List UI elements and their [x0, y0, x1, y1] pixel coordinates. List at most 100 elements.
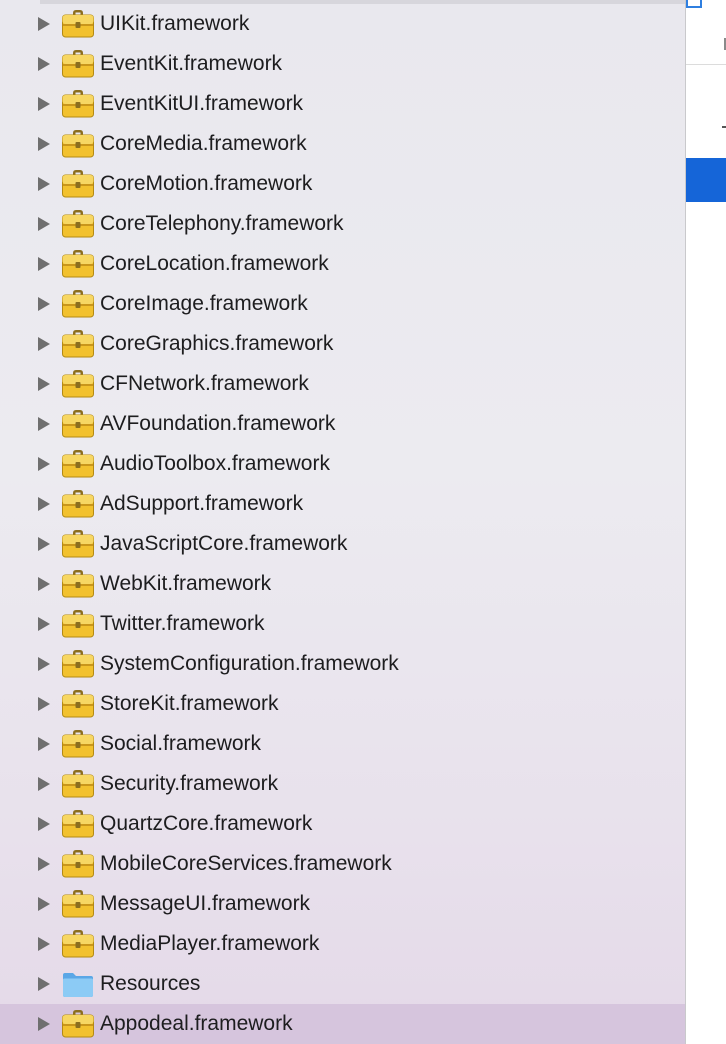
navigator-row-label: CoreGraphics.framework [100, 332, 334, 355]
inspector-selected-row[interactable] [686, 158, 726, 202]
disclosure-triangle-icon[interactable] [38, 857, 50, 871]
navigator-row[interactable]: CoreGraphics.framework [0, 324, 685, 364]
disclosure-triangle-icon[interactable] [38, 497, 50, 511]
framework-icon [61, 809, 95, 839]
disclosure-triangle-icon[interactable] [38, 257, 50, 271]
navigator-row[interactable]: AVFoundation.framework [0, 404, 685, 444]
disclosure-triangle-icon[interactable] [38, 417, 50, 431]
framework-icon [61, 449, 95, 479]
navigator-row[interactable]: StoreKit.framework [0, 684, 685, 724]
framework-icon [61, 129, 95, 159]
navigator-row-label: Security.framework [100, 772, 279, 795]
navigator-row-label: Twitter.framework [100, 612, 265, 635]
disclosure-triangle-icon[interactable] [38, 177, 50, 191]
navigator-row[interactable]: AdSupport.framework [0, 484, 685, 524]
navigator-row-label: AdSupport.framework [100, 492, 304, 515]
navigator-row[interactable]: EventKit.framework [0, 44, 685, 84]
disclosure-triangle-icon[interactable] [38, 57, 50, 71]
disclosure-triangle-icon[interactable] [38, 817, 50, 831]
navigator-row[interactable]: Security.framework [0, 764, 685, 804]
navigator-row[interactable]: WebKit.framework [0, 564, 685, 604]
disclosure-triangle-icon[interactable] [38, 937, 50, 951]
navigator-row[interactable]: SystemConfiguration.framework [0, 644, 685, 684]
framework-icon [61, 409, 95, 439]
disclosure-triangle-icon[interactable] [38, 297, 50, 311]
folder-icon [61, 969, 95, 999]
navigator-row-label: WebKit.framework [100, 572, 272, 595]
framework-icon [61, 769, 95, 799]
navigator-row[interactable]: QuartzCore.framework [0, 804, 685, 844]
disclosure-triangle-icon[interactable] [38, 17, 50, 31]
inspector-tab-icon[interactable] [686, 0, 702, 8]
navigator-row[interactable]: MessageUI.framework [0, 884, 685, 924]
inspector-marker [722, 126, 726, 128]
navigator-row-label: EventKitUI.framework [100, 92, 304, 115]
disclosure-triangle-icon[interactable] [38, 657, 50, 671]
navigator-row[interactable]: UIKit.framework [0, 4, 685, 44]
framework-icon [61, 569, 95, 599]
navigator-row-label: JavaScriptCore.framework [100, 532, 348, 555]
navigator-row-label: StoreKit.framework [100, 692, 279, 715]
disclosure-triangle-icon[interactable] [38, 617, 50, 631]
navigator-row-label: CoreImage.framework [100, 292, 308, 315]
navigator-row-label: MessageUI.framework [100, 892, 311, 915]
disclosure-triangle-icon[interactable] [38, 777, 50, 791]
framework-icon [61, 529, 95, 559]
navigator-row-label: AVFoundation.framework [100, 412, 336, 435]
disclosure-triangle-icon[interactable] [38, 577, 50, 591]
navigator-row[interactable]: CFNetwork.framework [0, 364, 685, 404]
disclosure-triangle-icon[interactable] [38, 217, 50, 231]
framework-icon [61, 289, 95, 319]
navigator-row-label: MediaPlayer.framework [100, 932, 320, 955]
framework-icon [61, 889, 95, 919]
disclosure-triangle-icon[interactable] [38, 737, 50, 751]
disclosure-triangle-icon[interactable] [38, 537, 50, 551]
disclosure-triangle-icon[interactable] [38, 137, 50, 151]
framework-icon [61, 329, 95, 359]
navigator-row[interactable]: CoreLocation.framework [0, 244, 685, 284]
framework-icon [61, 1009, 95, 1039]
navigator-row-label: CFNetwork.framework [100, 372, 309, 395]
framework-icon [61, 849, 95, 879]
disclosure-triangle-icon[interactable] [38, 697, 50, 711]
navigator-row[interactable]: MediaPlayer.framework [0, 924, 685, 964]
disclosure-triangle-icon[interactable] [38, 97, 50, 111]
project-navigator: UIKit.framework EventKit.framework EventKi… [0, 0, 685, 1044]
navigator-row-label: Resources [100, 972, 201, 995]
navigator-row-label: AudioToolbox.framework [100, 452, 330, 475]
navigator-row[interactable]: CoreImage.framework [0, 284, 685, 324]
navigator-row[interactable]: MobileCoreServices.framework [0, 844, 685, 884]
framework-icon [61, 929, 95, 959]
navigator-row-label: CoreMotion.framework [100, 172, 313, 195]
framework-icon [61, 369, 95, 399]
navigator-row[interactable]: Social.framework [0, 724, 685, 764]
framework-icon [61, 209, 95, 239]
framework-icon [61, 649, 95, 679]
navigator-row-label: Social.framework [100, 732, 262, 755]
navigator-row[interactable]: JavaScriptCore.framework [0, 524, 685, 564]
disclosure-triangle-icon[interactable] [38, 977, 50, 991]
framework-icon [61, 49, 95, 79]
navigator-row[interactable]: Resources [0, 964, 685, 1004]
framework-icon [61, 249, 95, 279]
navigator-row-label: CoreLocation.framework [100, 252, 329, 275]
navigator-row[interactable]: AudioToolbox.framework [0, 444, 685, 484]
navigator-row[interactable]: Appodeal.framework [0, 1004, 685, 1044]
navigator-row[interactable]: CoreMotion.framework [0, 164, 685, 204]
navigator-row[interactable]: Twitter.framework [0, 604, 685, 644]
navigator-row-label: QuartzCore.framework [100, 812, 313, 835]
framework-icon [61, 9, 95, 39]
disclosure-triangle-icon[interactable] [38, 377, 50, 391]
navigator-row[interactable]: CoreMedia.framework [0, 124, 685, 164]
framework-icon [61, 689, 95, 719]
framework-icon [61, 489, 95, 519]
disclosure-triangle-icon[interactable] [38, 897, 50, 911]
navigator-row[interactable]: EventKitUI.framework [0, 84, 685, 124]
disclosure-triangle-icon[interactable] [38, 457, 50, 471]
disclosure-triangle-icon[interactable] [38, 337, 50, 351]
framework-icon [61, 609, 95, 639]
navigator-row-label: Appodeal.framework [100, 1012, 293, 1035]
disclosure-triangle-icon[interactable] [38, 1017, 50, 1031]
navigator-row[interactable]: CoreTelephony.framework [0, 204, 685, 244]
navigator-row-label: UIKit.framework [100, 12, 250, 35]
